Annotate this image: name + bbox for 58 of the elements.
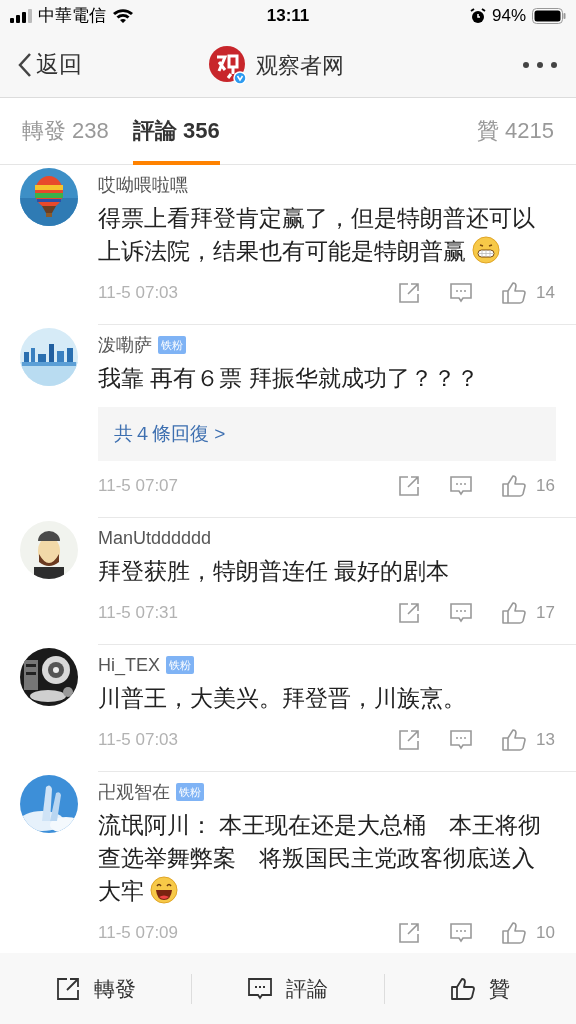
comment-icon[interactable]: [450, 602, 472, 624]
back-button[interactable]: 返回: [18, 47, 82, 82]
share-icon[interactable]: [398, 922, 420, 944]
comment-time: 11-5 07:09: [98, 922, 180, 945]
thumbs-up-icon[interactable]: [502, 921, 526, 945]
share-icon[interactable]: [398, 729, 420, 751]
thumbs-up-icon: [450, 976, 475, 1001]
battery-percent: 94%: [491, 5, 526, 28]
share-icon[interactable]: [398, 282, 420, 304]
replies-link[interactable]: 共４條回復 >: [98, 407, 556, 461]
fan-badge: 铁粉: [158, 336, 186, 354]
signal-icon: [10, 9, 32, 23]
status-time: 13:11: [266, 6, 310, 26]
back-icon: [18, 51, 32, 78]
share-icon[interactable]: [398, 475, 420, 497]
like-count: 10: [536, 922, 556, 945]
fan-badge: 铁粉: [166, 656, 194, 674]
repost-button[interactable]: 轉發: [0, 953, 192, 1024]
thumbs-up-icon[interactable]: [502, 728, 526, 752]
comment-text: 我靠 再有６票 拜振华就成功了？？？: [98, 365, 479, 391]
user-name[interactable]: 卍观智在: [98, 778, 170, 806]
thumbs-up-icon[interactable]: [502, 281, 526, 305]
battery-icon: [532, 8, 566, 24]
like-count: 13: [536, 729, 556, 752]
like-count: 17: [536, 602, 556, 625]
fan-badge: 铁粉: [176, 783, 204, 801]
user-name[interactable]: 哎呦喂啦嘿: [98, 171, 188, 199]
comment-text: 拜登获胜，特朗普连任 最好的剧本: [98, 558, 450, 584]
logo-icon: [208, 45, 248, 85]
comment-icon: [248, 976, 272, 1001]
like-count: 16: [536, 475, 556, 498]
user-name[interactable]: ManUtdddddd: [98, 524, 212, 552]
comment-icon[interactable]: [450, 475, 472, 497]
thumbs-up-icon[interactable]: [502, 474, 526, 498]
comment-icon[interactable]: [450, 729, 472, 751]
comment-text: 流氓阿川： 本王现在还是大总桶 本王将彻查选举舞弊案 将叛国民主党政客彻底送入大牢: [98, 812, 542, 904]
like-count: 14: [536, 282, 556, 305]
carrier-name: 中華電信: [38, 5, 106, 28]
alarm-icon: [469, 8, 486, 24]
comment-icon[interactable]: [450, 922, 472, 944]
comment-icon[interactable]: [450, 282, 472, 304]
comment-text: 川普王，大美兴。拜登晋，川族烹。: [98, 685, 466, 711]
comment-time: 11-5 07:03: [98, 729, 180, 752]
comment-button[interactable]: 評論: [192, 953, 384, 1024]
account-title: 观察者网: [256, 51, 344, 80]
share-icon[interactable]: [398, 602, 420, 624]
share-icon: [55, 976, 80, 1001]
comment-time: 11-5 07:03: [98, 282, 180, 305]
comment-time: 11-5 07:07: [98, 475, 180, 498]
wifi-icon: [112, 8, 134, 24]
thumbs-up-icon[interactable]: [502, 601, 526, 625]
like-button[interactable]: 贊: [384, 953, 576, 1024]
more-icon[interactable]: [522, 60, 558, 69]
user-name[interactable]: 泼嘞萨: [98, 331, 152, 359]
comment-time: 11-5 07:31: [98, 602, 180, 625]
comment-text: 得票上看拜登肯定赢了，但是特朗普还可以上诉法院，结果也有可能是特朗普赢: [98, 205, 535, 264]
user-name[interactable]: Hi_TEX: [98, 651, 160, 679]
tab[interactable]: 評論 356: [132, 97, 220, 165]
